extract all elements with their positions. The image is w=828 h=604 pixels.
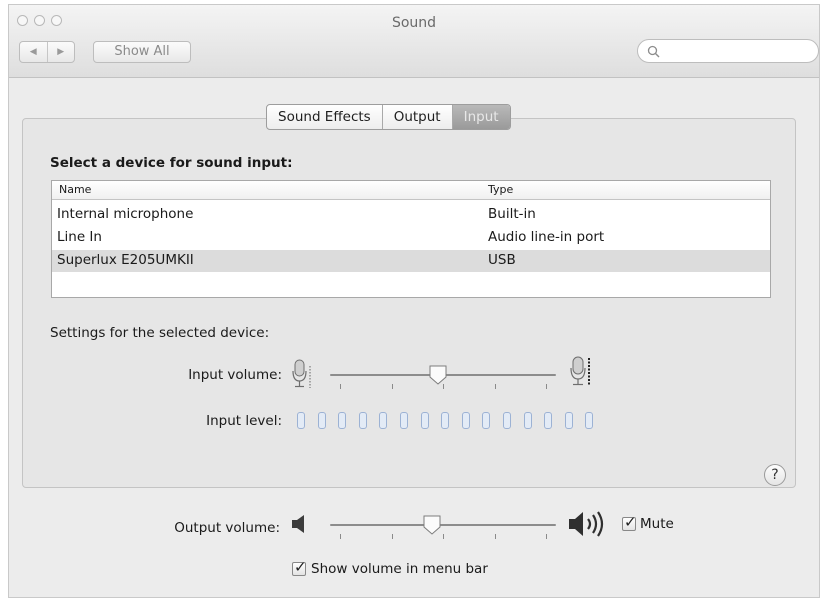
level-segment (585, 412, 594, 429)
slider-tick (340, 384, 341, 389)
input-volume-label: Input volume: (188, 367, 282, 383)
level-segment (297, 412, 305, 429)
input-settings-panel (22, 118, 796, 488)
level-segment (564, 412, 573, 429)
level-segment (461, 412, 470, 429)
device-name: Line In (57, 229, 102, 245)
device-type: USB (488, 252, 516, 268)
slider-tick (340, 534, 341, 539)
back-button[interactable]: ◀ (20, 42, 47, 62)
level-segment (317, 412, 326, 429)
table-row[interactable]: Line In Audio line-in port (52, 227, 770, 249)
section-title: Select a device for sound input: (50, 155, 293, 171)
microphone-low-icon (292, 359, 311, 388)
tab-input[interactable]: Input (451, 105, 510, 129)
navigation-buttons: ◀ ▶ (19, 41, 75, 63)
device-type: Built-in (488, 206, 536, 222)
input-device-table: Name Type Internal microphone Built-in L… (51, 180, 771, 298)
device-name: Superlux E205UMKII (57, 252, 194, 268)
microphone-high-icon (570, 356, 590, 386)
mute-checkbox[interactable]: ✓ (622, 513, 637, 531)
level-segment (482, 412, 491, 429)
search-icon (647, 45, 660, 58)
table-header: Name Type (52, 181, 770, 200)
tab-sound-effects[interactable]: Sound Effects (267, 105, 382, 129)
slider-tick (494, 384, 496, 389)
slider-tick (494, 534, 496, 539)
mute-label: Mute (640, 516, 674, 532)
column-header-name[interactable]: Name (59, 183, 91, 196)
table-row[interactable]: Internal microphone Built-in (52, 204, 770, 226)
device-name: Internal microphone (57, 206, 194, 222)
level-segment (420, 412, 429, 429)
settings-label: Settings for the selected device: (50, 325, 270, 341)
show-volume-label: Show volume in menu bar (311, 561, 488, 577)
output-volume-slider[interactable] (330, 524, 556, 526)
tab-bar: Sound Effects Output Input (266, 104, 511, 130)
level-segment (523, 412, 532, 429)
search-field[interactable] (637, 39, 819, 63)
show-volume-checkbox[interactable]: ✓ (292, 558, 307, 576)
input-level-label: Input level: (206, 413, 282, 429)
level-segment (544, 412, 553, 429)
window-title: Sound (391, 15, 437, 31)
title-bar: Sound ◀ ▶ Show All (9, 5, 819, 78)
table-row-selected[interactable]: Superlux E205UMKII USB (52, 250, 770, 272)
output-volume-label: Output volume: (174, 520, 280, 536)
speaker-low-icon (292, 515, 304, 533)
checkmark-icon: ✓ (624, 513, 637, 531)
show-all-button[interactable]: Show All (93, 41, 191, 63)
slider-tick (443, 534, 444, 539)
help-icon[interactable]: ? (764, 464, 786, 486)
level-segment (441, 412, 450, 429)
slider-tick (391, 384, 393, 389)
device-type: Audio line-in port (488, 229, 605, 245)
column-header-type[interactable]: Type (488, 183, 513, 196)
tab-output[interactable]: Output (381, 105, 452, 129)
level-segment (358, 412, 367, 429)
slider-tick (546, 534, 547, 539)
level-segment (503, 412, 511, 429)
input-volume-thumb[interactable] (429, 365, 447, 385)
speaker-high-icon (569, 511, 604, 537)
output-volume-thumb[interactable] (423, 515, 441, 535)
level-segment (400, 412, 408, 429)
forward-button[interactable]: ▶ (46, 42, 75, 62)
level-segment (338, 412, 347, 429)
slider-tick (391, 534, 393, 539)
level-segment (379, 412, 388, 429)
checkmark-icon: ✓ (294, 558, 307, 576)
slider-tick (546, 384, 547, 389)
